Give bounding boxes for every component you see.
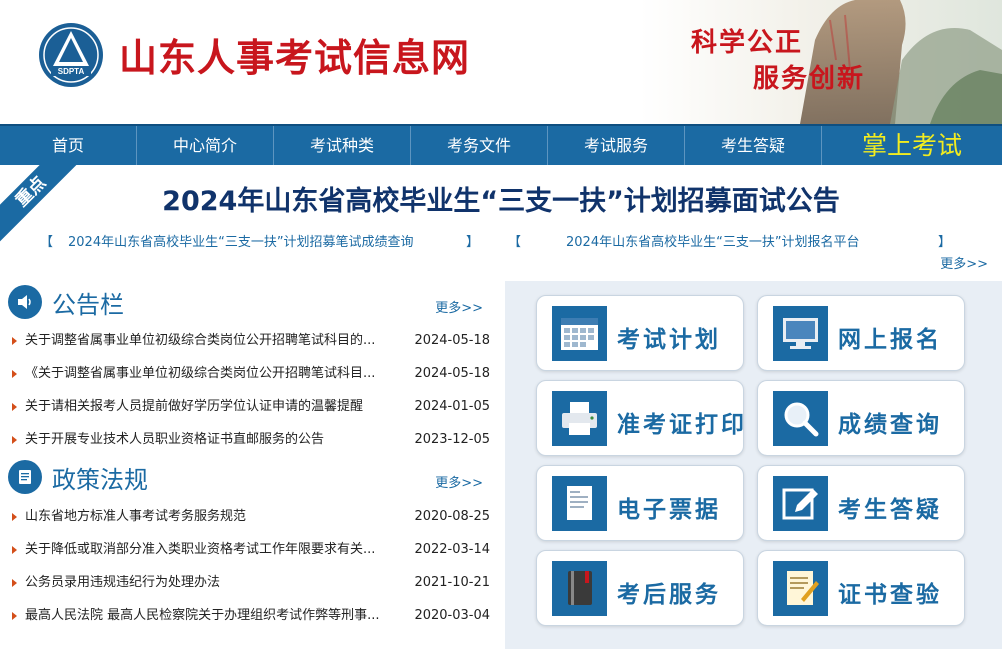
slogan-line-1: 科学公正	[691, 28, 804, 58]
calendar-icon	[552, 306, 607, 361]
pen-edit-icon	[773, 476, 828, 531]
tile-label: 准考证打印	[617, 411, 747, 438]
printer-icon	[552, 391, 607, 446]
nav-exam-services[interactable]: 考试服务	[548, 126, 685, 165]
list-item-date: 2020-03-04	[414, 608, 490, 623]
list-item-title[interactable]: 关于请相关报考人员提前做好学历学位认证申请的温馨提醒	[25, 390, 405, 423]
service-faq-button[interactable]: 考生答疑	[757, 465, 965, 541]
list-item-title[interactable]: 《关于调整省属事业单位初级综合类岗位公开招聘笔试科目...	[25, 357, 405, 390]
bullet-arrow-icon	[12, 546, 17, 554]
bullet-arrow-icon	[12, 370, 17, 378]
list-item-date: 2024-05-18	[414, 333, 490, 348]
svg-text:SDPTA: SDPTA	[58, 67, 85, 76]
certificate-icon	[773, 561, 828, 616]
list-item-title[interactable]: 关于降低或取消部分准入类职业资格考试工作年限要求有关...	[25, 533, 405, 566]
list-item-date: 2024-01-05	[414, 399, 490, 414]
bullet-arrow-icon	[12, 579, 17, 587]
list-item-title[interactable]: 关于开展专业技术人员职业资格证书直邮服务的公告	[25, 423, 405, 456]
announcements-more-link[interactable]: 更多>>	[435, 297, 483, 316]
bullet-arrow-icon	[12, 436, 17, 444]
list-item[interactable]: 关于调整省属事业单位初级综合类岗位公开招聘笔试科目的... 2024-05-18	[12, 324, 492, 357]
tile-label: 考生答疑	[838, 496, 942, 523]
featured-headline[interactable]: 2024年山东省高校毕业生“三支一扶”计划招募面试公告	[0, 179, 1002, 218]
policies-more-link[interactable]: 更多>>	[435, 472, 483, 491]
list-item-title[interactable]: 关于调整省属事业单位初级综合类岗位公开招聘笔试科目的...	[25, 324, 405, 357]
document-icon	[552, 476, 607, 531]
speaker-icon	[8, 285, 42, 319]
nav-home[interactable]: 首页	[0, 126, 137, 165]
list-item-date: 2021-10-21	[414, 575, 490, 590]
list-item[interactable]: 关于开展专业技术人员职业资格证书直邮服务的公告 2023-12-05	[12, 423, 492, 456]
list-item-title[interactable]: 公务员录用违规违纪行为处理办法	[25, 566, 405, 599]
list-item[interactable]: 公务员录用违规违纪行为处理办法 2021-10-21	[12, 566, 492, 599]
service-e-receipt-button[interactable]: 电子票据	[536, 465, 744, 541]
notebook-icon	[8, 460, 42, 494]
sdpta-logo[interactable]: SDPTA	[38, 22, 104, 88]
bracket-open: 【	[508, 235, 522, 250]
service-exam-plan-button[interactable]: 考试计划	[536, 295, 744, 371]
list-item-date: 2020-08-25	[414, 509, 490, 524]
site-title[interactable]: 山东人事考试信息网	[119, 34, 470, 82]
sub-link-written-exam-scores[interactable]: 2024年山东省高校毕业生“三支一扶”计划招募笔试成绩查询	[68, 231, 414, 250]
service-post-exam-button[interactable]: 考后服务	[536, 550, 744, 626]
magnifier-icon	[773, 391, 828, 446]
announcements-list: 关于调整省属事业单位初级综合类岗位公开招聘笔试科目的... 2024-05-18 …	[12, 324, 492, 456]
nav-exam-types[interactable]: 考试种类	[274, 126, 411, 165]
left-panel: 公告栏 更多>> 关于调整省属事业单位初级综合类岗位公开招聘笔试科目的... 20…	[0, 276, 497, 649]
bullet-arrow-icon	[12, 513, 17, 521]
list-item[interactable]: 最高人民法院 最高人民检察院关于办理组织考试作弊等刑事... 2020-03-04	[12, 599, 492, 632]
main-nav: 首页 中心简介 考试种类 考务文件 考试服务 考生答疑 掌上考试	[0, 124, 1002, 165]
tile-label: 成绩查询	[838, 411, 942, 438]
slogan-line-2: 服务创新	[753, 64, 866, 94]
bullet-arrow-icon	[12, 612, 17, 620]
headline-area: 重点 2024年山东省高校毕业生“三支一扶”计划招募面试公告 【 2024年山东…	[0, 165, 1002, 275]
announcements-title: 公告栏	[52, 291, 124, 319]
bracket-close: 】	[466, 235, 480, 250]
list-item-date: 2022-03-14	[414, 542, 490, 557]
bullet-arrow-icon	[12, 337, 17, 345]
book-icon	[552, 561, 607, 616]
site-header: SDPTA 山东人事考试信息网 科学公正 服务创新	[0, 0, 1002, 124]
announcements-header: 公告栏 更多>>	[8, 282, 493, 322]
tile-label: 电子票据	[617, 496, 721, 523]
policies-header: 政策法规 更多>>	[8, 457, 493, 497]
bracket-close: 】	[938, 235, 952, 250]
headline-more-link[interactable]: 更多>>	[940, 253, 988, 272]
monitor-icon	[773, 306, 828, 361]
nav-exam-documents[interactable]: 考务文件	[411, 126, 548, 165]
service-certificate-verify-button[interactable]: 证书查验	[757, 550, 965, 626]
list-item[interactable]: 山东省地方标准人事考试考务服务规范 2020-08-25	[12, 500, 492, 533]
list-item-date: 2024-05-18	[414, 366, 490, 381]
nav-faq[interactable]: 考生答疑	[685, 126, 822, 165]
nav-about[interactable]: 中心简介	[137, 126, 274, 165]
tile-label: 考试计划	[617, 326, 721, 353]
policies-title: 政策法规	[52, 466, 148, 494]
services-panel: 考试计划 网上报名 准考证打印 成绩查询 电子票据 考生答疑 考后服务 证书查验	[505, 281, 1002, 649]
sub-links: 【 2024年山东省高校毕业生“三支一扶”计划招募笔试成绩查询 】 【 2024…	[40, 231, 960, 251]
policies-list: 山东省地方标准人事考试考务服务规范 2020-08-25 关于降低或取消部分准入类…	[12, 500, 492, 632]
list-item[interactable]: 关于降低或取消部分准入类职业资格考试工作年限要求有关... 2022-03-14	[12, 533, 492, 566]
tile-label: 网上报名	[838, 326, 942, 353]
list-item[interactable]: 《关于调整省属事业单位初级综合类岗位公开招聘笔试科目... 2024-05-18	[12, 357, 492, 390]
list-item-title[interactable]: 最高人民法院 最高人民检察院关于办理组织考试作弊等刑事...	[25, 599, 405, 632]
nav-mobile-exam[interactable]: 掌上考试	[822, 126, 1002, 165]
service-admission-ticket-print-button[interactable]: 准考证打印	[536, 380, 744, 456]
sub-link-registration-platform[interactable]: 2024年山东省高校毕业生“三支一扶”计划报名平台	[566, 231, 860, 250]
list-item[interactable]: 关于请相关报考人员提前做好学历学位认证申请的温馨提醒 2024-01-05	[12, 390, 492, 423]
list-item-date: 2023-12-05	[414, 432, 490, 447]
bracket-open: 【	[40, 235, 54, 250]
service-score-query-button[interactable]: 成绩查询	[757, 380, 965, 456]
bullet-arrow-icon	[12, 403, 17, 411]
service-online-registration-button[interactable]: 网上报名	[757, 295, 965, 371]
list-item-title[interactable]: 山东省地方标准人事考试考务服务规范	[25, 500, 405, 533]
tile-label: 考后服务	[617, 581, 721, 608]
tile-label: 证书查验	[838, 581, 942, 608]
